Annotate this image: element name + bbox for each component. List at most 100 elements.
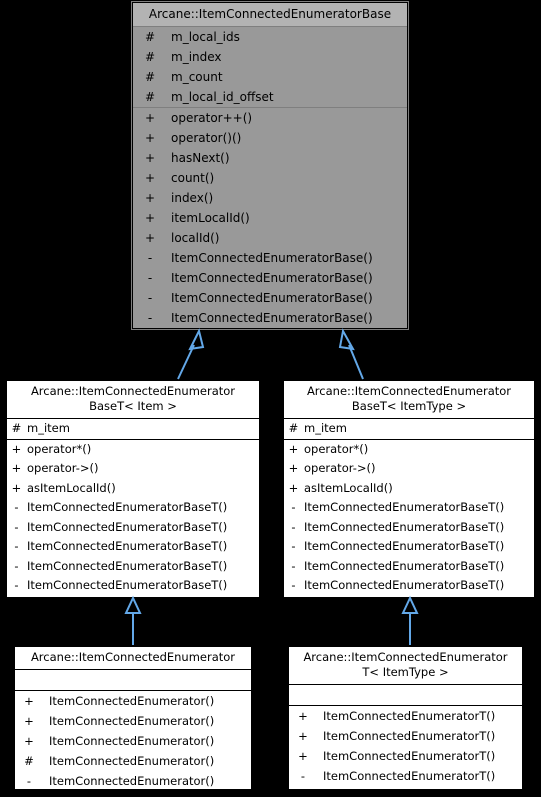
method-name: ItemConnectedEnumerator() (49, 754, 215, 768)
visibility-marker: # (144, 90, 156, 104)
attribute-row: # m_local_id_offset (133, 87, 407, 107)
class-title: Arcane::ItemConnectedEnumerator BaseT< I… (7, 381, 259, 419)
visibility-marker: # (11, 421, 22, 435)
method-row: - ItemConnectedEnumeratorBaseT() (7, 576, 259, 596)
attribute-name: m_item (27, 421, 70, 435)
method-row: - ItemConnectedEnumeratorBase() (133, 248, 407, 268)
method-row: + asItemLocalId() (7, 479, 259, 499)
attribute-name: m_item (304, 421, 347, 435)
method-name: asItemLocalId() (304, 480, 393, 495)
method-name: count() (171, 171, 215, 185)
method-row: + index() (133, 188, 407, 208)
visibility-marker: + (288, 461, 299, 475)
visibility-marker: + (11, 441, 22, 456)
method-row: - ItemConnectedEnumeratorBaseT() (284, 518, 534, 538)
visibility-marker: - (14, 558, 19, 573)
method-row: # ItemConnectedEnumerator() (15, 751, 251, 771)
visibility-marker: - (26, 774, 32, 788)
method-name: operator++() (171, 111, 253, 125)
method-name: operator->() (27, 461, 99, 475)
visibility-marker: - (147, 311, 153, 325)
method-row: - ItemConnectedEnumeratorBaseT() (7, 557, 259, 577)
method-name: ItemConnectedEnumeratorBaseT() (27, 519, 228, 534)
attribute-name: m_count (171, 70, 223, 84)
method-name: ItemConnectedEnumeratorBaseT() (304, 500, 505, 514)
visibility-marker: + (288, 480, 299, 495)
method-row: - ItemConnectedEnumeratorBaseT() (284, 498, 534, 518)
method-row: - ItemConnectedEnumeratorT() (289, 766, 522, 786)
class-box-item-connected-enumerator-base[interactable]: Arcane::ItemConnectedEnumeratorBase # m_… (131, 1, 409, 330)
visibility-marker: + (144, 131, 156, 145)
method-name: operator->() (304, 461, 376, 475)
methods-section: + ItemConnectedEnumeratorT() + ItemConne… (289, 706, 522, 786)
method-row: + itemLocalId() (133, 208, 407, 228)
visibility-marker: + (144, 211, 156, 225)
visibility-marker: - (14, 519, 19, 534)
visibility-marker: + (298, 709, 308, 723)
visibility-marker: - (291, 558, 296, 573)
method-row: + localId() (133, 228, 407, 248)
methods-section: + ItemConnectedEnumerator() + ItemConnec… (15, 691, 251, 789)
class-title: Arcane::ItemConnectedEnumerator T< ItemT… (289, 647, 522, 685)
method-name: operator()() (171, 131, 242, 145)
visibility-marker: # (144, 70, 156, 84)
method-name: ItemConnectedEnumerator() (49, 774, 215, 788)
attribute-name: m_local_id_offset (171, 90, 274, 104)
method-row: + operator++() (133, 108, 407, 128)
method-row: - ItemConnectedEnumeratorBaseT() (284, 576, 534, 596)
visibility-marker: - (147, 251, 153, 265)
method-row: + operator()() (133, 128, 407, 148)
method-name: ItemConnectedEnumeratorBase() (171, 271, 373, 285)
method-row: + operator*() (284, 440, 534, 460)
inheritance-arrow-enumeratort-to-baset-itemtype (401, 595, 419, 645)
method-row: + asItemLocalId() (284, 479, 534, 499)
method-row: + ItemConnectedEnumerator() (15, 691, 251, 711)
method-row: - ItemConnectedEnumeratorBase() (133, 268, 407, 288)
method-row: + operator->() (7, 459, 259, 479)
method-name: index() (171, 191, 214, 205)
method-row: - ItemConnectedEnumeratorBaseT() (7, 537, 259, 557)
method-name: ItemConnectedEnumerator() (49, 694, 215, 708)
method-name: ItemConnectedEnumeratorT() (323, 709, 496, 723)
visibility-marker: # (144, 30, 156, 44)
method-name: ItemConnectedEnumeratorBaseT() (304, 558, 505, 573)
method-row: - ItemConnectedEnumeratorBaseT() (7, 498, 259, 518)
method-row: + hasNext() (133, 148, 407, 168)
inheritance-arrow-enumerator-to-baset-item (124, 595, 142, 645)
class-box-item-connected-enumerator-t-itemtype[interactable]: Arcane::ItemConnectedEnumerator T< ItemT… (288, 646, 523, 790)
visibility-marker: + (144, 191, 156, 205)
visibility-marker: + (24, 714, 34, 728)
class-box-item-connected-enumerator-baset-item[interactable]: Arcane::ItemConnectedEnumerator BaseT< I… (6, 380, 260, 598)
class-box-item-connected-enumerator[interactable]: Arcane::ItemConnectedEnumerator + ItemCo… (14, 646, 252, 790)
method-row: + operator->() (284, 459, 534, 479)
visibility-marker: - (14, 578, 19, 592)
class-title: Arcane::ItemConnectedEnumerator (15, 647, 251, 670)
methods-section: + operator*() + operator->() + asItemLoc… (284, 440, 534, 596)
visibility-marker: + (298, 729, 308, 743)
visibility-marker: + (144, 171, 156, 185)
visibility-marker: + (288, 441, 299, 456)
method-name: ItemConnectedEnumeratorT() (323, 769, 496, 783)
method-name: localId() (171, 231, 220, 245)
method-name: ItemConnectedEnumeratorBaseT() (304, 539, 505, 553)
visibility-marker: + (11, 480, 22, 495)
visibility-marker: - (291, 519, 296, 534)
inheritance-arrow-baset-item-to-base (177, 328, 205, 380)
attributes-section: # m_item (284, 419, 534, 440)
method-row: + count() (133, 168, 407, 188)
methods-section: + operator++() + operator()() + hasNext(… (133, 108, 407, 328)
attribute-row: # m_count (133, 67, 407, 87)
method-name: ItemConnectedEnumeratorBaseT() (27, 500, 228, 514)
method-row: + ItemConnectedEnumerator() (15, 711, 251, 731)
method-name: operator*() (304, 441, 369, 456)
attributes-section: # m_item (7, 419, 259, 440)
method-name: ItemConnectedEnumeratorBaseT() (304, 578, 505, 592)
visibility-marker: + (298, 749, 308, 763)
attribute-name: m_index (171, 50, 222, 64)
visibility-marker: - (291, 578, 296, 592)
class-box-item-connected-enumerator-baset-itemtype[interactable]: Arcane::ItemConnectedEnumerator BaseT< I… (283, 380, 535, 598)
method-name: ItemConnectedEnumerator() (49, 714, 215, 728)
attributes-section (15, 670, 251, 691)
method-row: - ItemConnectedEnumerator() (15, 771, 251, 789)
method-name: hasNext() (171, 151, 230, 165)
